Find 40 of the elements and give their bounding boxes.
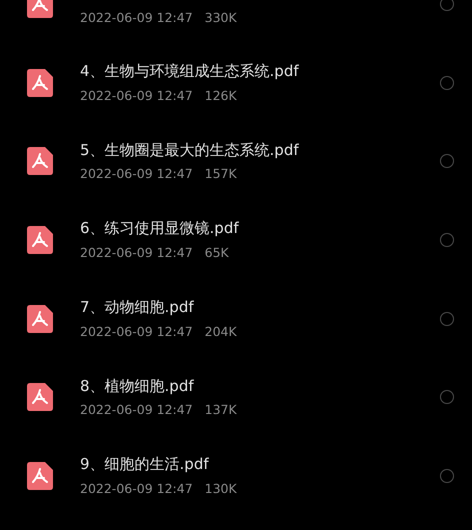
- select-radio[interactable]: [440, 390, 454, 404]
- file-row[interactable]: 6、练习使用显微镜.pdf 2022-06-09 12:47 65K: [0, 200, 472, 280]
- file-date: 2022-06-09 12:47: [80, 401, 193, 420]
- pdf-file-icon: [27, 147, 53, 176]
- file-name: 9、细胞的生活.pdf: [80, 454, 210, 476]
- file-date: 2022-06-09 12:47: [80, 322, 193, 341]
- file-size: 204K: [204, 322, 237, 341]
- file-name: 8、植物细胞.pdf: [80, 376, 195, 397]
- select-radio[interactable]: [440, 76, 454, 90]
- file-row[interactable]: 5、生物圈是最大的生态系统.pdf 2022-06-09 12:47 157K: [0, 122, 472, 201]
- select-radio[interactable]: [440, 154, 454, 168]
- file-size: 126K: [204, 86, 237, 105]
- file-name: 7、动物细胞.pdf: [80, 297, 195, 318]
- file-size: 65K: [204, 244, 229, 262]
- select-radio[interactable]: [440, 312, 454, 326]
- file-size: 330K: [204, 8, 237, 27]
- file-row[interactable]: 8、植物细胞.pdf 2022-06-09 12:47 137K: [0, 358, 472, 437]
- select-radio[interactable]: [440, 0, 454, 12]
- pdf-file-icon: [27, 68, 53, 97]
- pdf-file-icon: [27, 462, 53, 490]
- pdf-file-icon: [27, 304, 53, 333]
- file-row[interactable]: 9、细胞的生活.pdf 2022-06-09 12:47 130K: [0, 436, 472, 516]
- file-date: 2022-06-09 12:47: [80, 244, 193, 262]
- file-row[interactable]: 2022-06-09 12:47 330K: [0, 0, 472, 44]
- file-date: 2022-06-09 12:47: [80, 165, 193, 184]
- file-row[interactable]: 4、生物与环境组成生态系统.pdf 2022-06-09 12:47 126K: [0, 44, 472, 122]
- pdf-file-icon: [27, 226, 53, 254]
- select-radio[interactable]: [440, 233, 454, 248]
- select-radio[interactable]: [440, 468, 454, 483]
- file-name: 6、练习使用显微镜.pdf: [80, 218, 240, 240]
- file-name: 5、生物圈是最大的生态系统.pdf: [80, 140, 300, 161]
- file-row[interactable]: 7、动物细胞.pdf 2022-06-09 12:47 204K: [0, 279, 472, 358]
- file-size: 157K: [204, 165, 237, 184]
- file-date: 2022-06-09 12:47: [80, 480, 193, 498]
- file-date: 2022-06-09 12:47: [80, 8, 193, 27]
- file-size: 130K: [204, 480, 237, 498]
- file-size: 137K: [204, 401, 237, 420]
- file-name: 4、生物与环境组成生态系统.pdf: [80, 61, 300, 82]
- pdf-file-icon: [27, 383, 53, 412]
- file-date: 2022-06-09 12:47: [80, 86, 193, 105]
